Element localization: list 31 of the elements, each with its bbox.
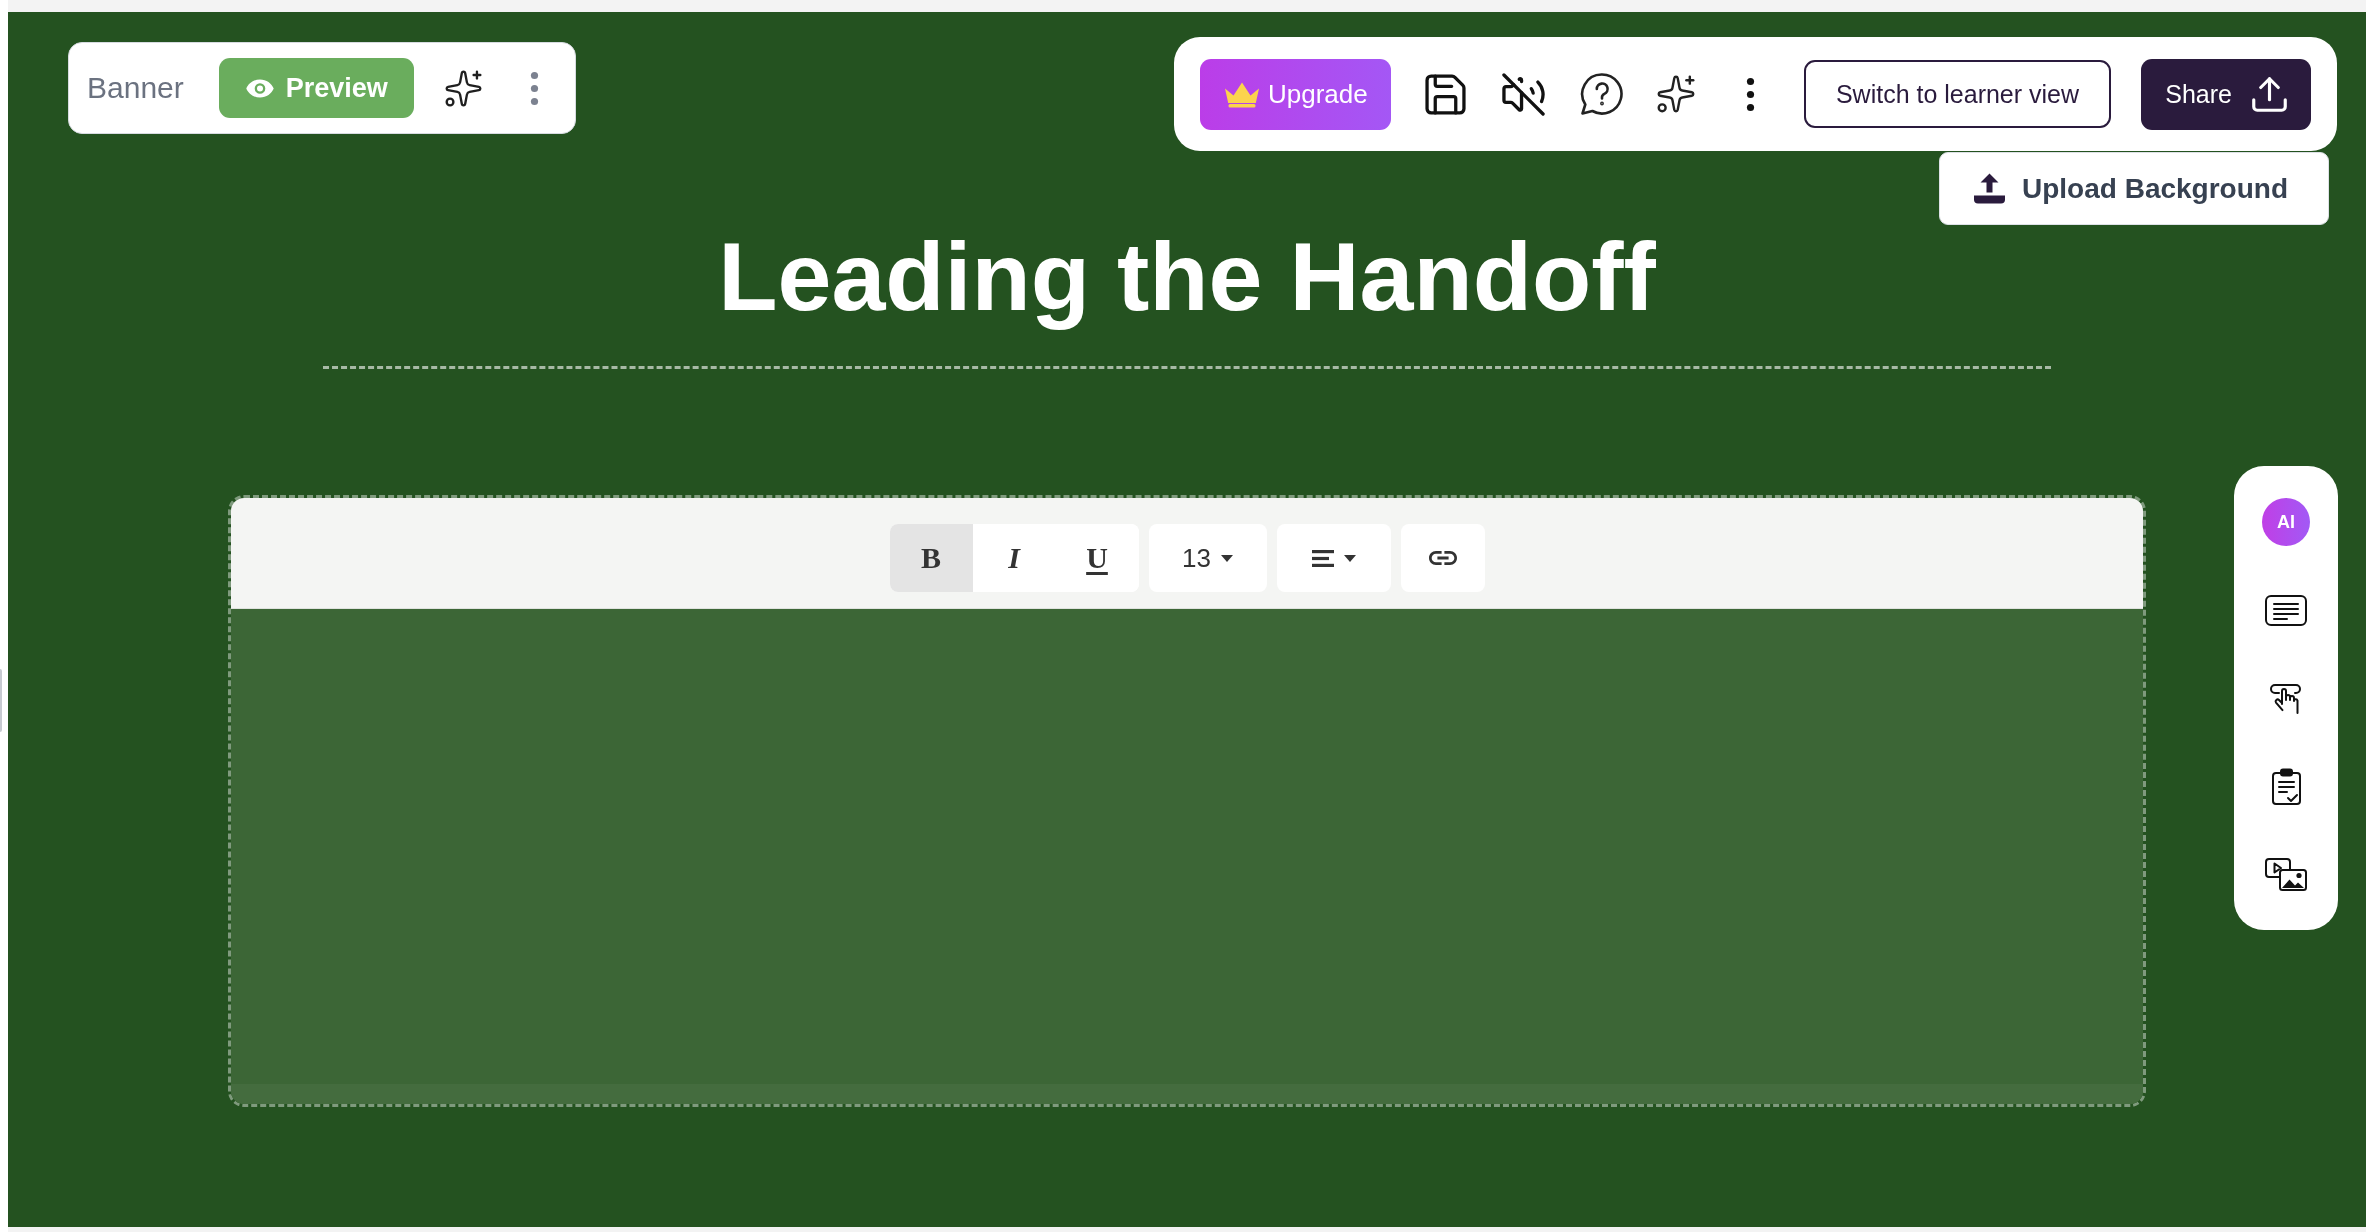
side-panel-handle[interactable]	[0, 669, 2, 732]
align-left-icon	[1311, 549, 1334, 567]
text-card-icon[interactable]	[2265, 594, 2307, 626]
link-icon	[1428, 551, 1457, 566]
speaker-muted-icon[interactable]	[1501, 72, 1545, 116]
upgrade-button[interactable]: Upgrade	[1200, 58, 1391, 130]
ai-button[interactable]: AI	[2262, 498, 2310, 547]
caret-icon	[1343, 554, 1356, 562]
sparkle-icon[interactable]	[1656, 75, 1695, 113]
media-icon[interactable]	[2265, 857, 2307, 891]
caret-icon	[1220, 554, 1233, 562]
more-options-icon[interactable]	[1745, 76, 1755, 112]
upload-icon	[2251, 76, 2287, 112]
upload-icon	[1973, 173, 2006, 204]
align-dropdown[interactable]	[1276, 524, 1391, 593]
help-chat-icon[interactable]	[1579, 72, 1624, 116]
share-button[interactable]: Share	[2141, 58, 2311, 130]
crown-icon	[1224, 80, 1260, 108]
pointing-hand-icon[interactable]	[2270, 682, 2302, 715]
eye-icon	[245, 78, 274, 98]
sparkle-icon[interactable]	[444, 69, 482, 107]
clipboard-check-icon[interactable]	[2271, 767, 2301, 805]
link-button[interactable]	[1400, 524, 1485, 593]
block-type-label: Banner	[87, 71, 184, 105]
bold-button[interactable]: B	[889, 524, 973, 593]
text-editor-field[interactable]	[231, 609, 2143, 1105]
upload-background-button[interactable]: Upload Background	[1939, 152, 2329, 225]
page-title: Leading the Handoff	[718, 221, 1656, 333]
learner-view-button[interactable]: Switch to learner view	[1803, 60, 2112, 128]
font-size-dropdown[interactable]: 13	[1148, 524, 1267, 593]
save-icon[interactable]	[1424, 73, 1466, 115]
